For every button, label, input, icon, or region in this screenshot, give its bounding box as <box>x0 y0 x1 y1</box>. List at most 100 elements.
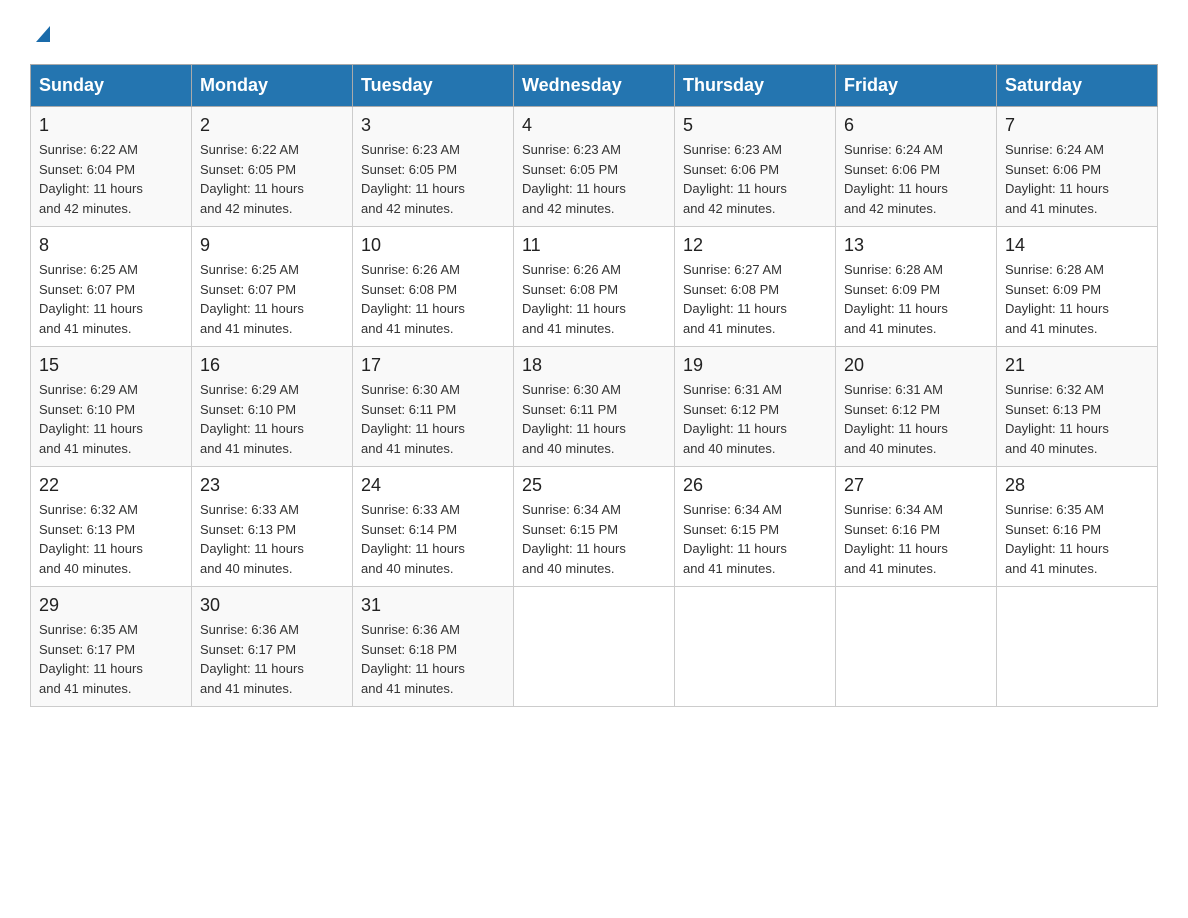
day-info: Sunrise: 6:35 AM Sunset: 6:17 PM Dayligh… <box>39 620 183 698</box>
day-number: 15 <box>39 355 183 376</box>
day-info: Sunrise: 6:25 AM Sunset: 6:07 PM Dayligh… <box>39 260 183 338</box>
day-number: 14 <box>1005 235 1149 256</box>
day-number: 30 <box>200 595 344 616</box>
day-number: 27 <box>844 475 988 496</box>
day-info: Sunrise: 6:29 AM Sunset: 6:10 PM Dayligh… <box>39 380 183 458</box>
calendar-day-cell: 22 Sunrise: 6:32 AM Sunset: 6:13 PM Dayl… <box>31 467 192 587</box>
day-number: 1 <box>39 115 183 136</box>
calendar-day-cell: 23 Sunrise: 6:33 AM Sunset: 6:13 PM Dayl… <box>192 467 353 587</box>
day-info: Sunrise: 6:23 AM Sunset: 6:05 PM Dayligh… <box>522 140 666 218</box>
day-number: 26 <box>683 475 827 496</box>
logo <box>30 20 54 44</box>
weekday-header-tuesday: Tuesday <box>353 65 514 107</box>
day-info: Sunrise: 6:36 AM Sunset: 6:18 PM Dayligh… <box>361 620 505 698</box>
calendar-day-cell: 29 Sunrise: 6:35 AM Sunset: 6:17 PM Dayl… <box>31 587 192 707</box>
day-number: 17 <box>361 355 505 376</box>
weekday-header-thursday: Thursday <box>675 65 836 107</box>
calendar-day-cell: 19 Sunrise: 6:31 AM Sunset: 6:12 PM Dayl… <box>675 347 836 467</box>
calendar-day-cell: 1 Sunrise: 6:22 AM Sunset: 6:04 PM Dayli… <box>31 107 192 227</box>
calendar-day-cell: 2 Sunrise: 6:22 AM Sunset: 6:05 PM Dayli… <box>192 107 353 227</box>
day-number: 16 <box>200 355 344 376</box>
calendar-day-cell <box>675 587 836 707</box>
calendar-day-cell: 15 Sunrise: 6:29 AM Sunset: 6:10 PM Dayl… <box>31 347 192 467</box>
calendar-day-cell: 13 Sunrise: 6:28 AM Sunset: 6:09 PM Dayl… <box>836 227 997 347</box>
calendar-day-cell: 27 Sunrise: 6:34 AM Sunset: 6:16 PM Dayl… <box>836 467 997 587</box>
day-info: Sunrise: 6:35 AM Sunset: 6:16 PM Dayligh… <box>1005 500 1149 578</box>
calendar-week-row: 15 Sunrise: 6:29 AM Sunset: 6:10 PM Dayl… <box>31 347 1158 467</box>
calendar-day-cell: 17 Sunrise: 6:30 AM Sunset: 6:11 PM Dayl… <box>353 347 514 467</box>
weekday-header-sunday: Sunday <box>31 65 192 107</box>
day-number: 19 <box>683 355 827 376</box>
day-info: Sunrise: 6:26 AM Sunset: 6:08 PM Dayligh… <box>522 260 666 338</box>
calendar-day-cell: 4 Sunrise: 6:23 AM Sunset: 6:05 PM Dayli… <box>514 107 675 227</box>
day-number: 24 <box>361 475 505 496</box>
day-info: Sunrise: 6:32 AM Sunset: 6:13 PM Dayligh… <box>39 500 183 578</box>
day-info: Sunrise: 6:29 AM Sunset: 6:10 PM Dayligh… <box>200 380 344 458</box>
day-info: Sunrise: 6:22 AM Sunset: 6:04 PM Dayligh… <box>39 140 183 218</box>
calendar-day-cell: 26 Sunrise: 6:34 AM Sunset: 6:15 PM Dayl… <box>675 467 836 587</box>
calendar-day-cell <box>836 587 997 707</box>
day-info: Sunrise: 6:22 AM Sunset: 6:05 PM Dayligh… <box>200 140 344 218</box>
weekday-header-monday: Monday <box>192 65 353 107</box>
calendar-week-row: 8 Sunrise: 6:25 AM Sunset: 6:07 PM Dayli… <box>31 227 1158 347</box>
weekday-header-friday: Friday <box>836 65 997 107</box>
calendar-day-cell: 18 Sunrise: 6:30 AM Sunset: 6:11 PM Dayl… <box>514 347 675 467</box>
calendar-header-row: SundayMondayTuesdayWednesdayThursdayFrid… <box>31 65 1158 107</box>
calendar-day-cell: 6 Sunrise: 6:24 AM Sunset: 6:06 PM Dayli… <box>836 107 997 227</box>
day-number: 3 <box>361 115 505 136</box>
day-info: Sunrise: 6:30 AM Sunset: 6:11 PM Dayligh… <box>522 380 666 458</box>
day-number: 8 <box>39 235 183 256</box>
day-info: Sunrise: 6:34 AM Sunset: 6:15 PM Dayligh… <box>683 500 827 578</box>
calendar-day-cell: 14 Sunrise: 6:28 AM Sunset: 6:09 PM Dayl… <box>997 227 1158 347</box>
day-info: Sunrise: 6:23 AM Sunset: 6:06 PM Dayligh… <box>683 140 827 218</box>
day-info: Sunrise: 6:24 AM Sunset: 6:06 PM Dayligh… <box>1005 140 1149 218</box>
calendar-day-cell: 25 Sunrise: 6:34 AM Sunset: 6:15 PM Dayl… <box>514 467 675 587</box>
day-number: 2 <box>200 115 344 136</box>
calendar-day-cell: 28 Sunrise: 6:35 AM Sunset: 6:16 PM Dayl… <box>997 467 1158 587</box>
day-info: Sunrise: 6:33 AM Sunset: 6:14 PM Dayligh… <box>361 500 505 578</box>
calendar-day-cell: 12 Sunrise: 6:27 AM Sunset: 6:08 PM Dayl… <box>675 227 836 347</box>
day-info: Sunrise: 6:27 AM Sunset: 6:08 PM Dayligh… <box>683 260 827 338</box>
calendar-day-cell: 11 Sunrise: 6:26 AM Sunset: 6:08 PM Dayl… <box>514 227 675 347</box>
page-header <box>30 20 1158 44</box>
calendar-day-cell: 30 Sunrise: 6:36 AM Sunset: 6:17 PM Dayl… <box>192 587 353 707</box>
calendar-day-cell: 7 Sunrise: 6:24 AM Sunset: 6:06 PM Dayli… <box>997 107 1158 227</box>
day-number: 10 <box>361 235 505 256</box>
day-info: Sunrise: 6:36 AM Sunset: 6:17 PM Dayligh… <box>200 620 344 698</box>
calendar-day-cell: 3 Sunrise: 6:23 AM Sunset: 6:05 PM Dayli… <box>353 107 514 227</box>
day-info: Sunrise: 6:31 AM Sunset: 6:12 PM Dayligh… <box>683 380 827 458</box>
day-number: 18 <box>522 355 666 376</box>
day-number: 28 <box>1005 475 1149 496</box>
day-number: 25 <box>522 475 666 496</box>
day-info: Sunrise: 6:28 AM Sunset: 6:09 PM Dayligh… <box>1005 260 1149 338</box>
calendar-day-cell <box>514 587 675 707</box>
calendar-day-cell: 16 Sunrise: 6:29 AM Sunset: 6:10 PM Dayl… <box>192 347 353 467</box>
weekday-header-saturday: Saturday <box>997 65 1158 107</box>
day-number: 6 <box>844 115 988 136</box>
day-info: Sunrise: 6:34 AM Sunset: 6:15 PM Dayligh… <box>522 500 666 578</box>
day-number: 31 <box>361 595 505 616</box>
day-number: 12 <box>683 235 827 256</box>
day-number: 7 <box>1005 115 1149 136</box>
calendar-day-cell: 5 Sunrise: 6:23 AM Sunset: 6:06 PM Dayli… <box>675 107 836 227</box>
calendar-day-cell: 9 Sunrise: 6:25 AM Sunset: 6:07 PM Dayli… <box>192 227 353 347</box>
calendar-day-cell: 20 Sunrise: 6:31 AM Sunset: 6:12 PM Dayl… <box>836 347 997 467</box>
day-number: 29 <box>39 595 183 616</box>
day-number: 11 <box>522 235 666 256</box>
day-info: Sunrise: 6:30 AM Sunset: 6:11 PM Dayligh… <box>361 380 505 458</box>
day-number: 13 <box>844 235 988 256</box>
day-info: Sunrise: 6:25 AM Sunset: 6:07 PM Dayligh… <box>200 260 344 338</box>
day-number: 20 <box>844 355 988 376</box>
calendar-week-row: 1 Sunrise: 6:22 AM Sunset: 6:04 PM Dayli… <box>31 107 1158 227</box>
calendar-week-row: 22 Sunrise: 6:32 AM Sunset: 6:13 PM Dayl… <box>31 467 1158 587</box>
day-number: 22 <box>39 475 183 496</box>
calendar-table: SundayMondayTuesdayWednesdayThursdayFrid… <box>30 64 1158 707</box>
day-info: Sunrise: 6:31 AM Sunset: 6:12 PM Dayligh… <box>844 380 988 458</box>
day-info: Sunrise: 6:32 AM Sunset: 6:13 PM Dayligh… <box>1005 380 1149 458</box>
calendar-day-cell: 21 Sunrise: 6:32 AM Sunset: 6:13 PM Dayl… <box>997 347 1158 467</box>
day-info: Sunrise: 6:23 AM Sunset: 6:05 PM Dayligh… <box>361 140 505 218</box>
calendar-day-cell: 8 Sunrise: 6:25 AM Sunset: 6:07 PM Dayli… <box>31 227 192 347</box>
day-number: 4 <box>522 115 666 136</box>
logo-triangle-icon <box>32 22 54 44</box>
day-info: Sunrise: 6:34 AM Sunset: 6:16 PM Dayligh… <box>844 500 988 578</box>
